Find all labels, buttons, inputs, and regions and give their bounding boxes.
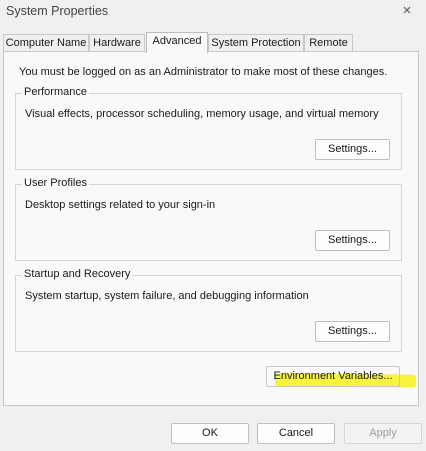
tab-hardware[interactable]: Hardware	[89, 34, 145, 51]
startup-recovery-description: System startup, system failure, and debu…	[25, 290, 309, 302]
tab-remote[interactable]: Remote	[304, 34, 353, 51]
environment-variables-button[interactable]: Environment Variables...	[266, 366, 400, 387]
apply-button[interactable]: Apply	[344, 423, 422, 444]
admin-notice: You must be logged on as an Administrato…	[19, 66, 388, 78]
tab-advanced[interactable]: Advanced	[146, 32, 208, 53]
user-profiles-group: User Profiles Desktop settings related t…	[15, 177, 402, 261]
title-bar: System Properties ×	[0, 0, 426, 27]
startup-recovery-group: Startup and Recovery System startup, sys…	[15, 268, 402, 352]
startup-recovery-settings-button[interactable]: Settings...	[315, 321, 390, 342]
user-profiles-settings-button[interactable]: Settings...	[315, 230, 390, 251]
performance-group: Performance Visual effects, processor sc…	[15, 86, 402, 170]
user-profiles-description: Desktop settings related to your sign-in	[25, 199, 216, 211]
cancel-button[interactable]: Cancel	[257, 423, 335, 444]
startup-recovery-group-title: Startup and Recovery	[22, 268, 133, 280]
user-profiles-group-title: User Profiles	[22, 177, 89, 189]
tab-system-protection[interactable]: System Protection	[208, 34, 304, 51]
ok-button[interactable]: OK	[171, 423, 249, 444]
close-icon[interactable]: ×	[394, 0, 420, 22]
performance-description: Visual effects, processor scheduling, me…	[25, 108, 379, 120]
tab-computer-name[interactable]: Computer Name	[3, 34, 89, 51]
performance-group-title: Performance	[22, 86, 89, 98]
window-title: System Properties	[6, 4, 109, 18]
performance-settings-button[interactable]: Settings...	[315, 139, 390, 160]
